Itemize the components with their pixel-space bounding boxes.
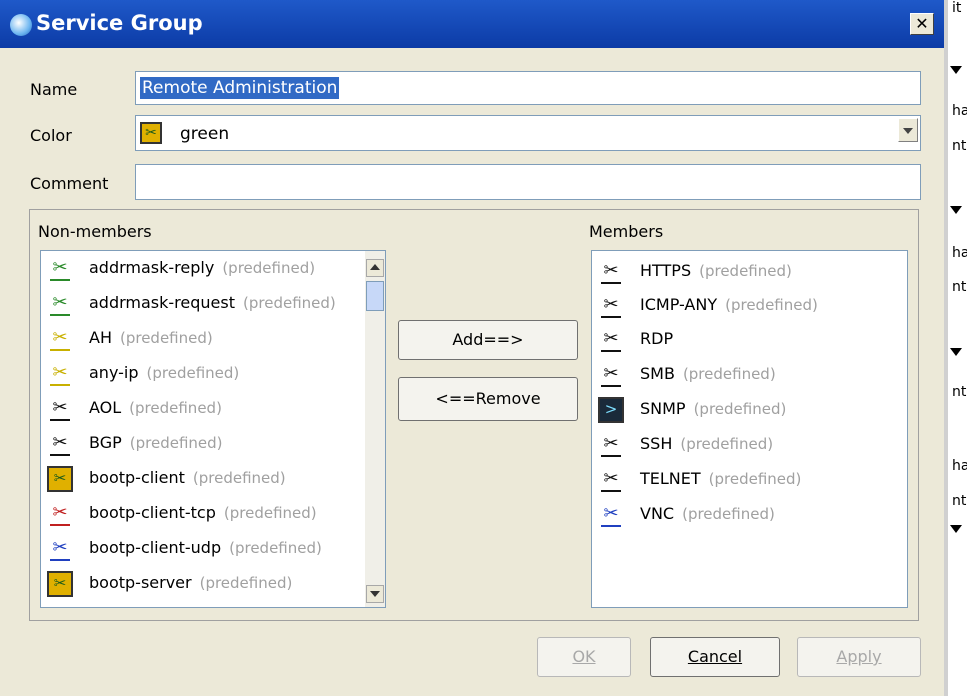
black-service-icon xyxy=(598,327,624,353)
bg-text: nt xyxy=(952,384,967,400)
bg-arrow-icon xyxy=(950,348,962,356)
title-bar[interactable]: Service Group ✕ xyxy=(0,0,944,48)
scroll-thumb[interactable] xyxy=(366,281,384,311)
add-button[interactable]: Add==> xyxy=(398,320,578,360)
service-group-dialog: Service Group ✕ Name Remote Administrati… xyxy=(0,0,944,696)
bg-arrow-icon xyxy=(950,525,962,533)
members-list[interactable]: HTTPS(predefined) ICMP-ANY(predefined) R… xyxy=(591,250,908,608)
black-service-icon xyxy=(598,293,624,319)
bg-text: nt xyxy=(952,138,967,154)
scroll-down-icon[interactable] xyxy=(366,585,384,603)
name-label: Name xyxy=(30,80,78,99)
blue-service-icon xyxy=(598,502,624,528)
ok-label: OK xyxy=(572,647,596,666)
color-value: green xyxy=(180,124,230,144)
bg-arrow-icon xyxy=(950,66,962,74)
boxed-service-icon: ✂ xyxy=(47,571,73,597)
app-globe-icon xyxy=(10,14,32,36)
non-members-list[interactable]: addrmask-reply(predefined) addrmask-requ… xyxy=(40,250,386,608)
membership-panel: Non-members Members addrmask-reply(prede… xyxy=(29,209,919,621)
apply-button[interactable]: Apply xyxy=(797,637,921,677)
bg-text: nt xyxy=(952,493,967,509)
name-field[interactable]: Remote Administration xyxy=(135,71,921,105)
color-select[interactable]: ✂ green xyxy=(135,115,921,151)
green-service-icon xyxy=(47,291,73,317)
black-service-icon xyxy=(598,432,624,458)
blue-service-icon xyxy=(47,536,73,562)
comment-field[interactable] xyxy=(135,164,921,200)
bg-text: it xyxy=(952,0,962,16)
ok-button[interactable]: OK xyxy=(537,637,631,677)
dialog-title: Service Group xyxy=(36,11,203,35)
black-service-icon xyxy=(598,467,624,493)
remove-button[interactable]: <==Remove xyxy=(398,377,578,421)
red-service-icon xyxy=(47,501,73,527)
bg-text: ha xyxy=(952,458,967,474)
comment-label: Comment xyxy=(30,174,109,193)
non-members-scrollbar[interactable] xyxy=(365,251,385,607)
scroll-up-icon[interactable] xyxy=(366,259,384,277)
yellow-service-icon xyxy=(47,326,73,352)
black-service-icon xyxy=(47,396,73,422)
cancel-button[interactable]: Cancel xyxy=(650,637,780,677)
bg-arrow-icon xyxy=(950,206,962,214)
black-service-icon xyxy=(598,362,624,388)
members-label: Members xyxy=(589,222,664,241)
black-service-icon xyxy=(598,259,624,285)
green-service-icon xyxy=(47,256,73,282)
bg-text: nt xyxy=(952,279,967,295)
non-members-label: Non-members xyxy=(38,222,152,241)
bg-text: ha xyxy=(952,245,967,261)
boxed-service-icon: ✂ xyxy=(47,466,73,492)
bg-text: ha xyxy=(952,103,967,119)
black-service-icon xyxy=(47,431,73,457)
yellow-service-icon xyxy=(47,361,73,387)
name-value: Remote Administration xyxy=(140,77,340,99)
color-dropdown-button[interactable] xyxy=(898,118,918,142)
terminal-service-icon: > xyxy=(598,397,624,423)
green-color-swatch-icon: ✂ xyxy=(140,122,162,144)
color-label: Color xyxy=(30,126,72,145)
cancel-label: Cancel xyxy=(687,647,743,666)
close-button[interactable]: ✕ xyxy=(910,13,934,35)
apply-label: Apply xyxy=(836,647,882,666)
background-window: it ha nt ha nt nt ha nt xyxy=(944,0,967,696)
